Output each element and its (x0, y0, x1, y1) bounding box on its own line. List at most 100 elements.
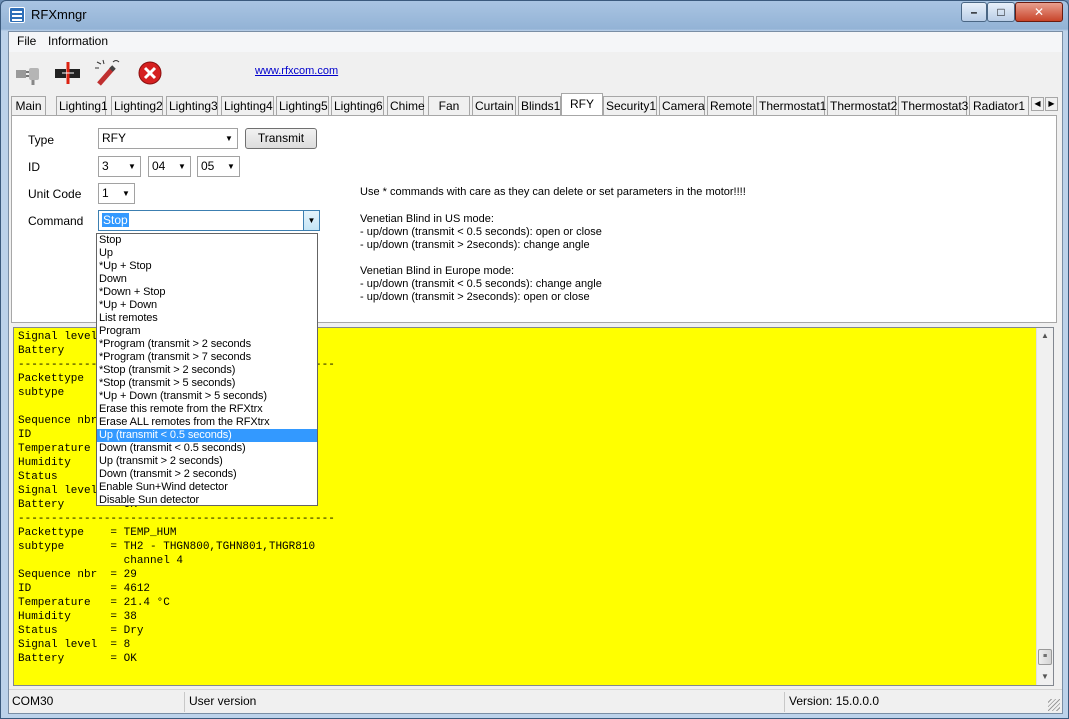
tab-chime[interactable]: Chime (387, 96, 425, 115)
command-option[interactable]: Up (transmit > 2 seconds) (97, 455, 317, 468)
resize-grip[interactable] (1048, 699, 1060, 711)
command-option[interactable]: List remotes (97, 312, 317, 325)
chevron-down-icon: ▼ (122, 189, 130, 198)
toolbar: www.rfxcom.com (9, 52, 1062, 92)
wand-icon[interactable] (93, 58, 123, 88)
command-option[interactable]: *Stop (transmit > 2 seconds) (97, 364, 317, 377)
command-option[interactable]: Erase this remote from the RFXtrx (97, 403, 317, 416)
command-option[interactable]: Up (transmit < 0.5 seconds) (97, 429, 317, 442)
chevron-down-icon: ▼ (178, 162, 186, 171)
log-line: Signal level = 8 (18, 639, 131, 651)
command-option[interactable]: Disable Sun detector (97, 494, 317, 507)
scroll-up-icon[interactable]: ▲ (1037, 328, 1053, 344)
log-line: channel 4 (18, 555, 184, 567)
status-user: User version (189, 694, 257, 708)
us-mode-note: Venetian Blind in US mode: - up/down (tr… (360, 213, 602, 251)
tab-thermostat1[interactable]: Thermostat1 (756, 96, 826, 115)
chevron-down-icon: ▼ (225, 134, 233, 143)
command-option[interactable]: Up (97, 247, 317, 260)
rfxcom-link[interactable]: www.rfxcom.com (255, 65, 338, 77)
chevron-down-icon: ▼ (227, 162, 235, 171)
type-select-value: RFY (102, 131, 126, 145)
tab-radiator1[interactable]: Radiator1 (969, 96, 1029, 115)
command-option[interactable]: Program (97, 325, 317, 338)
log-line: subtype = TH2 - THGN800,TGHN801,THGR810 (18, 541, 316, 553)
tab-scroll-right-icon[interactable]: ▶ (1045, 97, 1058, 111)
tab-strip: Main Lighting1 Lighting2 Lighting3 Light… (11, 93, 1061, 116)
chevron-down-icon: ▼ (303, 211, 319, 230)
menu-file[interactable]: File (17, 34, 36, 48)
unit-code-select-value: 1 (102, 186, 109, 200)
status-version: Version: 15.0.0.0 (789, 694, 880, 708)
log-scrollbar[interactable]: ▲ ≡ ▼ (1036, 328, 1053, 685)
command-option[interactable]: Enable Sun+Wind detector (97, 481, 317, 494)
tab-thermostat2[interactable]: Thermostat2 (827, 96, 897, 115)
command-option[interactable]: *Up + Stop (97, 260, 317, 273)
tab-lighting3[interactable]: Lighting3 (166, 96, 218, 115)
id1-select[interactable]: 3 ▼ (98, 156, 141, 177)
status-port: COM30 (12, 694, 54, 708)
id2-select[interactable]: 04 ▼ (148, 156, 191, 177)
command-option[interactable]: *Up + Down (97, 299, 317, 312)
window-title: RFXmngr (31, 7, 87, 22)
unit-code-label: Unit Code (28, 187, 82, 201)
stop-icon[interactable] (135, 58, 165, 88)
command-option[interactable]: Down (transmit > 2 seconds) (97, 468, 317, 481)
tab-lighting2[interactable]: Lighting2 (111, 96, 163, 115)
type-label: Type (28, 133, 55, 147)
tab-lighting6[interactable]: Lighting6 (331, 96, 384, 115)
tab-fan[interactable]: Fan (428, 96, 470, 115)
command-select[interactable]: Stop ▼ (98, 210, 320, 231)
tab-lighting1[interactable]: Lighting1 (56, 96, 108, 115)
tab-scroll-left-icon[interactable]: ◀ (1031, 97, 1044, 111)
minimize-button[interactable]: – (961, 2, 987, 22)
tab-security1[interactable]: Security1 (603, 96, 657, 115)
log-line: Packettype = TEMP_HUM (18, 527, 177, 539)
transmit-button[interactable]: Transmit (245, 128, 317, 149)
tab-lighting5[interactable]: Lighting5 (276, 96, 329, 115)
log-line: Battery = OK (18, 653, 137, 665)
warning-note: Use * commands with care as they can del… (360, 186, 746, 198)
command-option[interactable]: Stop (97, 234, 317, 247)
id1-select-value: 3 (102, 159, 109, 173)
tab-remote[interactable]: Remote (707, 96, 754, 115)
europe-mode-note: Venetian Blind in Europe mode: - up/down… (360, 265, 602, 303)
app-window: RFXmngr – □ ✕ File Information www.rfxco… (0, 0, 1069, 719)
id-label: ID (28, 160, 40, 174)
id3-select[interactable]: 05 ▼ (197, 156, 240, 177)
command-option[interactable]: Down (97, 273, 317, 286)
app-icon (9, 7, 25, 23)
id3-select-value: 05 (201, 159, 215, 173)
tab-main[interactable]: Main (11, 96, 46, 115)
tab-rfy[interactable]: RFY (561, 93, 603, 115)
tab-curtain[interactable]: Curtain (472, 96, 516, 115)
menu-bar: File Information (9, 32, 1062, 52)
scroll-down-icon[interactable]: ▼ (1037, 669, 1053, 685)
menu-information[interactable]: Information (48, 34, 108, 48)
title-bar[interactable]: RFXmngr – □ ✕ (1, 1, 1068, 29)
type-select[interactable]: RFY ▼ (98, 128, 238, 149)
command-option[interactable]: *Up + Down (transmit > 5 seconds) (97, 390, 317, 403)
tab-camera[interactable]: Camera (659, 96, 705, 115)
tab-blinds1[interactable]: Blinds1 (518, 96, 561, 115)
scroll-thumb[interactable]: ≡ (1038, 649, 1052, 665)
command-dropdown-list: Stop Up *Up + Stop Down *Down + Stop *Up + Do… (96, 233, 318, 506)
log-line: ID = 4612 (18, 583, 151, 595)
command-option[interactable]: Down (transmit < 0.5 seconds) (97, 442, 317, 455)
log-line: Status = Dry (18, 625, 144, 637)
command-option[interactable]: *Stop (transmit > 5 seconds) (97, 377, 317, 390)
plug-disconnect-icon[interactable] (13, 58, 43, 88)
command-option[interactable]: Erase ALL remotes from the RFXtrx (97, 416, 317, 429)
log-line: Humidity = 38 (18, 611, 137, 623)
maximize-button[interactable]: □ (987, 2, 1015, 22)
close-button[interactable]: ✕ (1015, 2, 1063, 22)
plug-connect-icon[interactable] (53, 58, 83, 88)
id2-select-value: 04 (152, 159, 166, 173)
tab-lighting4[interactable]: Lighting4 (221, 96, 274, 115)
chevron-down-icon: ▼ (128, 162, 136, 171)
command-option[interactable]: *Program (transmit > 2 seconds (97, 338, 317, 351)
command-option[interactable]: *Down + Stop (97, 286, 317, 299)
tab-thermostat3[interactable]: Thermostat3 (898, 96, 968, 115)
unit-code-select[interactable]: 1 ▼ (98, 183, 135, 204)
command-option[interactable]: *Program (transmit > 7 seconds (97, 351, 317, 364)
